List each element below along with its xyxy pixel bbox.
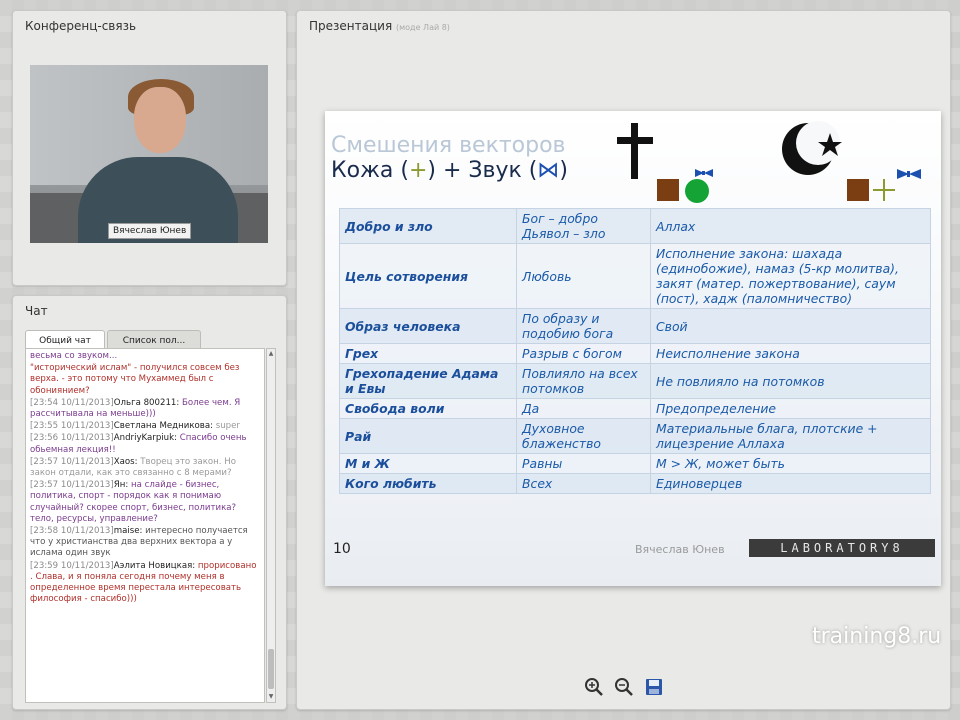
chat-message: [23:56 10/11/2013]AndriyKarpiuk: Спасибо… (30, 433, 260, 455)
chat-timestamp: [23:59 10/11/2013] (30, 560, 114, 571)
row-key: М и Ж (339, 453, 517, 474)
row-christianity: Духовное блаженство (516, 418, 651, 454)
row-christianity: Повлияло на всех потомков (516, 363, 651, 399)
row-islam: Предопределение (650, 398, 931, 419)
row-islam: М > Ж, может быть (650, 453, 931, 474)
chat-message: [23:55 10/11/2013]Светлана Медникова: su… (30, 421, 260, 432)
table-row: Грехопадение Адама и Евы Повлияло на всех… (339, 363, 931, 399)
sound-vector-icon: ⋈ (537, 158, 560, 183)
chat-timestamp: [23:54 10/11/2013] (30, 397, 114, 408)
row-christianity: Любовь (516, 243, 651, 309)
zoom-in-icon[interactable] (584, 677, 604, 697)
chat-nick[interactable]: maise: (114, 526, 143, 536)
row-key: Грехопадение Адама и Евы (339, 363, 517, 399)
table-row: М и Ж Равны М > Ж, может быть (339, 453, 931, 474)
table-row: Кого любить Всех Единоверцев (339, 473, 931, 494)
speaker-caption: Вячеслав Юнев (108, 223, 192, 239)
row-key: Рай (339, 418, 517, 454)
slide-title-line1: Смешения векторов (331, 133, 566, 158)
row-christianity: Равны (516, 453, 651, 474)
row-islam: Единоверцев (650, 473, 931, 494)
save-icon[interactable] (644, 677, 664, 697)
row-key: Добро и зло (339, 208, 517, 244)
tab-user-list[interactable]: Список пол... (107, 330, 201, 350)
table-row: Свобода воли Да Предопределение (339, 398, 931, 419)
scroll-up-icon[interactable]: ▲ (268, 350, 274, 358)
row-islam: Аллах (650, 208, 931, 244)
presentation-panel: Презентация (моде Лай 8) Смешения вектор… (296, 10, 951, 710)
row-key: Образ человека (339, 308, 517, 344)
row-key: Кого любить (339, 473, 517, 494)
crescent-icon (782, 121, 842, 175)
chat-log: весьма со звуком... "исторический ислам" … (25, 348, 265, 703)
chat-nick[interactable]: Светлана Медникова: (114, 421, 213, 431)
chat-message: весьма со звуком... (30, 351, 260, 362)
chat-timestamp: [23:57 10/11/2013] (30, 480, 114, 491)
table-row: Образ человека По образу и подобию бога Св… (339, 308, 931, 344)
chat-timestamp: [23:56 10/11/2013] (30, 433, 114, 444)
chat-text: "исторический ислам" - получился совсем … (30, 363, 240, 396)
chat-nick[interactable]: Ольга 800211: (114, 398, 180, 408)
table-row: Добро и зло Бог – добро Дьявол – зло Аллах (339, 208, 931, 244)
table-row: Цель сотворения Любовь Исполнение закона: … (339, 243, 931, 309)
chat-message: "исторический ислам" - получился совсем … (30, 363, 260, 397)
chat-nick[interactable]: Аэлита Новицкая: (114, 561, 195, 571)
slide-page-number: 10 (333, 541, 351, 557)
slide: Смешения векторов Кожа (+) + Звук (⋈) До… (325, 111, 941, 586)
row-key: Свобода воли (339, 398, 517, 419)
row-christianity: Бог – добро Дьявол – зло (516, 208, 651, 244)
presentation-subtitle: (моде Лай 8) (396, 23, 450, 32)
chat-message: [23:57 10/11/2013]Xaos: Творец это закон… (30, 457, 260, 479)
chat-title: Чат (25, 304, 48, 318)
scroll-thumb[interactable] (268, 649, 274, 689)
row-christianity: Всех (516, 473, 651, 494)
presentation-title: Презентация (моде Лай 8) (309, 19, 450, 33)
islam-vectors-icon (847, 169, 921, 201)
row-islam: Исполнение закона: шахада (единобожие), … (650, 243, 931, 309)
tab-general-chat[interactable]: Общий чат (25, 330, 105, 350)
chat-nick[interactable]: AndriyKarpiuk: (114, 433, 177, 443)
scroll-down-icon[interactable]: ▼ (268, 693, 274, 701)
cross-icon (617, 123, 653, 179)
conference-panel: Конференц-связь Вячеслав Юнев (12, 10, 287, 286)
row-key: Грех (339, 343, 517, 364)
christian-vectors-icon (657, 169, 713, 203)
conference-title: Конференц-связь (25, 19, 137, 33)
table-row: Рай Духовное блаженство Материальные блага… (339, 418, 931, 454)
chat-nick[interactable]: Ян: (114, 480, 129, 490)
row-islam: Материальные блага, плотские + лицезрени… (650, 418, 931, 454)
chat-panel: Чат Общий чат Список пол... весьма со зв… (12, 295, 287, 710)
table-row: Грех Разрыв с богом Неисполнение закона (339, 343, 931, 364)
video-feed[interactable]: Вячеслав Юнев (30, 65, 268, 243)
row-christianity: По образу и подобию бога (516, 308, 651, 344)
brand-logo: LABORATORY8 (749, 539, 935, 557)
skin-vector-icon: + (408, 158, 428, 183)
chat-message: [23:54 10/11/2013]Ольга 800211: Более че… (30, 398, 260, 420)
watermark: training8.ru (812, 624, 942, 649)
row-islam: Свой (650, 308, 931, 344)
row-christianity: Разрыв с богом (516, 343, 651, 364)
row-islam: Не повлияло на потомков (650, 363, 931, 399)
row-christianity: Да (516, 398, 651, 419)
chat-timestamp: [23:58 10/11/2013] (30, 526, 114, 537)
slide-title-line2: Кожа (+) + Звук (⋈) (331, 158, 568, 183)
zoom-out-icon[interactable] (614, 677, 634, 697)
chat-message: [23:57 10/11/2013]Ян: на слайде - бизнес… (30, 480, 260, 525)
slide-author: Вячеслав Юнев (635, 543, 725, 556)
chat-text: весьма со звуком... (30, 351, 118, 361)
comparison-table: Добро и зло Бог – добро Дьявол – зло Аллах… (339, 208, 931, 494)
row-key: Цель сотворения (339, 243, 517, 309)
chat-timestamp: [23:55 10/11/2013] (30, 421, 114, 432)
chat-scrollbar[interactable]: ▲ ▼ (266, 348, 276, 703)
chat-message: [23:58 10/11/2013]maise: интересно получ… (30, 526, 260, 560)
chat-text: super (215, 421, 240, 432)
row-islam: Неисполнение закона (650, 343, 931, 364)
chat-timestamp: [23:57 10/11/2013] (30, 456, 114, 467)
chat-nick[interactable]: Xaos: (114, 457, 138, 467)
chat-message: [23:59 10/11/2013]Аэлита Новицкая: прори… (30, 561, 260, 606)
